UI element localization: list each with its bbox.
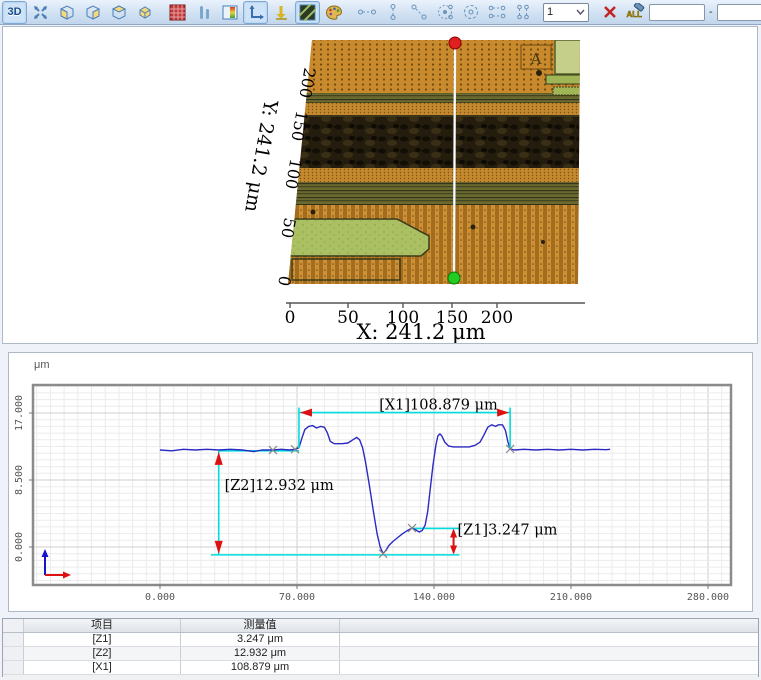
down-arrow-icon <box>273 4 290 21</box>
range-separator: - <box>709 6 713 18</box>
svg-text:210.000: 210.000 <box>550 592 592 603</box>
delete-all-measurements-button[interactable]: ALL <box>623 1 648 24</box>
measure-height-button[interactable] <box>380 1 405 24</box>
palette-icon <box>325 4 343 21</box>
palette-button[interactable] <box>321 1 346 24</box>
profile-bars-button[interactable] <box>191 1 216 24</box>
svg-text:0.000: 0.000 <box>14 532 25 562</box>
axis-l-icon <box>247 4 265 21</box>
cube-front-icon <box>84 3 102 21</box>
profile-start-handle[interactable] <box>448 36 462 50</box>
measure-width-button[interactable] <box>354 1 379 24</box>
measure-parallel-lines-button[interactable] <box>484 1 509 24</box>
texture-icon <box>299 3 316 21</box>
green-pad <box>288 218 430 257</box>
table-row[interactable]: [Z1] 3.247 μm <box>3 633 758 647</box>
y-axis-title: Y: 241.2 μm <box>240 97 282 214</box>
delete-measurement-button[interactable] <box>597 1 622 24</box>
table-partial-row <box>3 675 758 680</box>
row-value: 108.879 μm <box>181 661 340 674</box>
cube-front-view-button[interactable] <box>80 1 105 24</box>
y-tick-100: 100 <box>281 157 305 190</box>
surface-a-label: A <box>530 50 542 68</box>
table-header-item: 项目 <box>24 619 181 632</box>
range-min-input[interactable] <box>649 3 705 21</box>
measure-angle-icon <box>436 3 454 21</box>
measure-parallel-v-icon <box>515 3 531 21</box>
cube-right-view-button[interactable] <box>106 1 131 24</box>
expand-arrows-icon <box>32 4 49 21</box>
svg-text:70.000: 70.000 <box>279 592 315 603</box>
measure-angle-button[interactable] <box>432 1 457 24</box>
measurement-label[interactable]: [Z2]12.932 μm <box>225 478 334 494</box>
table-row[interactable]: [X1] 108.879 μm <box>3 661 758 675</box>
x-axis-title: X: 241.2 μm <box>356 320 485 343</box>
row-value: 12.932 μm <box>181 647 340 660</box>
y-tick-150: 150 <box>287 109 311 142</box>
measure-number-select[interactable]: 1 <box>543 2 589 22</box>
measure-vertical-lines-button[interactable] <box>510 1 535 24</box>
table-header-row: 项目 测量值 <box>3 619 758 633</box>
profile-end-handle[interactable] <box>447 271 461 285</box>
row-item: [Z1] <box>24 633 181 646</box>
profile-chart[interactable]: μm 0.000 70.000 140.000 210.000 280.000 17.00… <box>9 353 752 611</box>
measure-parallel-h-icon <box>487 4 507 20</box>
y-tick-200: 200 <box>295 66 319 99</box>
svg-text:0.000: 0.000 <box>145 592 175 603</box>
surface-3d-scene[interactable]: A 0 50 100 150 200 X: 241.2 μm 200 150 1… <box>3 27 757 344</box>
measure-distance-button[interactable] <box>406 1 431 24</box>
svg-text:8.500: 8.500 <box>14 465 25 495</box>
svg-text:17.000: 17.000 <box>14 395 25 431</box>
height-colormap-button[interactable] <box>217 1 242 24</box>
cube-left-view-button[interactable] <box>54 1 79 24</box>
y-tick-50: 50 <box>277 216 299 239</box>
row-value: 3.247 μm <box>181 633 340 646</box>
cube-right-icon <box>110 3 128 21</box>
row-item: [X1] <box>24 661 181 674</box>
chart-unit-label: μm <box>34 359 50 371</box>
measure-circle-button[interactable] <box>458 1 483 24</box>
x-tick-0: 0 <box>285 308 296 328</box>
red-x-icon <box>603 5 617 19</box>
drop-line-button[interactable] <box>269 1 294 24</box>
measurement-label[interactable]: [X1]108.879 μm <box>379 397 498 413</box>
view-3d-panel: A 0 50 100 150 200 X: 241.2 μm 200 150 1… <box>2 26 758 344</box>
surface-texture: A <box>288 40 580 284</box>
table-row[interactable]: [Z2] 12.932 μm <box>3 647 758 661</box>
view-3d-button[interactable]: 3D <box>2 0 27 24</box>
profile-chart-panel: μm 0.000 70.000 140.000 210.000 280.000 17.00… <box>8 352 753 612</box>
axis-toggle-button[interactable] <box>243 0 268 24</box>
measurement-table: 项目 测量值 [Z1] 3.247 μm [Z2] 12.932 μm [X1]… <box>2 618 759 680</box>
cube-left-icon <box>58 3 76 21</box>
measure-number-value: 1 <box>547 6 554 18</box>
measure-distance-icon <box>410 3 428 21</box>
view-3d-icon: 3D <box>7 6 22 18</box>
toolbar: 3D 1 ALL - <box>0 0 761 25</box>
row-item: [Z2] <box>24 647 181 660</box>
table-header-value: 测量值 <box>181 619 340 632</box>
colormap-icon <box>221 4 239 21</box>
measurement-label[interactable]: [Z1]3.247 μm <box>457 522 557 538</box>
texture-toggle-button[interactable] <box>295 0 320 24</box>
table-header-selector <box>3 619 24 632</box>
red-mesh-icon <box>169 4 186 21</box>
svg-text:140.000: 140.000 <box>413 592 455 603</box>
measure-height-icon <box>387 3 399 21</box>
chevron-down-icon <box>576 9 585 15</box>
mesh-view-button[interactable] <box>165 1 190 24</box>
y-tick-0: 0 <box>274 274 294 287</box>
measure-circle-icon <box>462 3 480 21</box>
cube-iso-view-button[interactable] <box>132 1 157 24</box>
svg-text:280.000: 280.000 <box>687 592 729 603</box>
x-tick-200: 200 <box>481 308 513 328</box>
cube-iso-icon <box>136 3 154 21</box>
measure-width-icon <box>357 6 377 18</box>
vertical-bars-icon <box>197 4 211 21</box>
fit-view-button[interactable] <box>28 1 53 24</box>
delete-all-icon: ALL <box>626 3 646 21</box>
range-max-input[interactable] <box>716 3 761 21</box>
